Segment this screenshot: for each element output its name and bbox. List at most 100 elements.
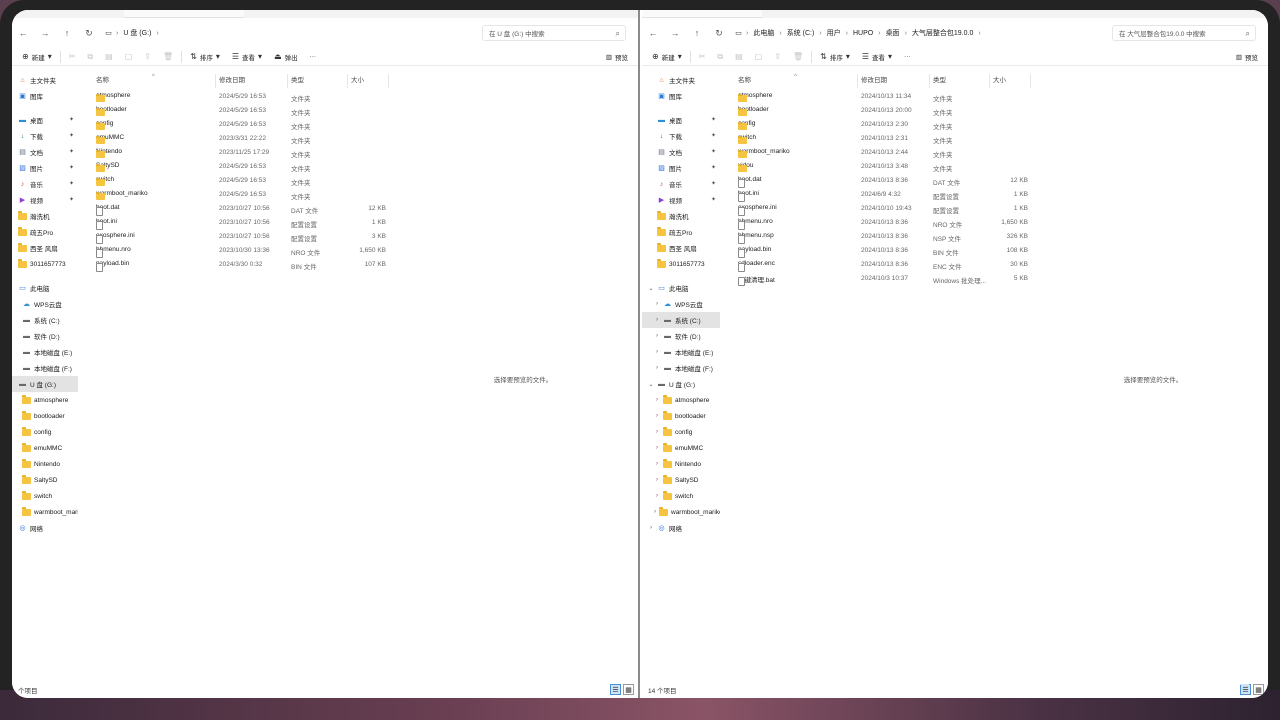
sidebar-item-network[interactable]: ◎ 网络 xyxy=(12,520,78,536)
column-type[interactable]: 类型 xyxy=(291,74,304,84)
sidebar-item-pinned[interactable]: ▶ 视频 ✦ xyxy=(642,192,720,208)
file-row[interactable]: Nintendo 2023/11/25 17:29 文件夹 xyxy=(82,146,402,160)
monitor-icon[interactable]: ▭ xyxy=(104,29,113,37)
column-divider[interactable] xyxy=(388,74,389,88)
more-button[interactable]: ··· xyxy=(898,49,917,65)
file-row[interactable]: payload.bin 2024/10/13 8:36 BIN 文件 108 KB xyxy=(724,244,1044,258)
column-divider[interactable] xyxy=(215,74,216,88)
column-divider[interactable] xyxy=(989,74,990,88)
sidebar-item-usb-folder[interactable]: emuMMC xyxy=(12,440,78,456)
view-button[interactable]: ☰ 查看 ▾ xyxy=(856,49,898,65)
sidebar-item-pinned[interactable]: ▤ 文档 ✦ xyxy=(12,144,78,160)
chevron-right-icon[interactable]: › xyxy=(819,30,821,37)
sort-button[interactable]: ⇅ 排序 ▾ xyxy=(814,49,856,65)
chevron-right-icon[interactable]: › xyxy=(654,429,660,435)
sidebar-item-pinned[interactable]: ↓ 下载 ✦ xyxy=(12,128,78,144)
breadcrumb-item[interactable]: U 盘 (G:) xyxy=(121,28,153,38)
view-button[interactable]: ☰ 查看 ▾ xyxy=(226,49,268,65)
back-arrow-icon[interactable]: ← xyxy=(12,22,34,44)
column-date[interactable]: 修改日期 xyxy=(861,74,887,84)
sidebar-item-drive[interactable]: ▬ 本地磁盘 (E:) xyxy=(12,344,78,360)
chevron-right-icon[interactable]: › xyxy=(654,301,660,307)
chevron-right-icon[interactable]: › xyxy=(654,397,660,403)
file-row[interactable]: exosphere.ini 2024/10/10 19:43 配置设置 1 KB xyxy=(724,202,1044,216)
sidebar-item-usb-folder[interactable]: Nintendo xyxy=(12,456,78,472)
sidebar-item-pinned[interactable]: ▨ 图片 ✦ xyxy=(12,160,78,176)
sidebar-item-drive[interactable]: ▬ 本地磁盘 (F:) xyxy=(12,360,78,376)
rename-button[interactable]: ▢ xyxy=(749,49,769,65)
sidebar-item-pinned[interactable]: ▬ 桌面 ✦ xyxy=(642,112,720,128)
sidebar-item-pinned[interactable]: ▬ 桌面 ✦ xyxy=(12,112,78,128)
forward-arrow-icon[interactable]: → xyxy=(34,22,56,44)
sidebar-item-pinned[interactable]: ♪ 音乐 ✦ xyxy=(642,176,720,192)
chevron-right-icon[interactable]: › xyxy=(746,30,748,37)
window-tab[interactable] xyxy=(642,10,762,18)
up-arrow-icon[interactable]: ↑ xyxy=(686,22,708,44)
file-row[interactable]: sdloader.enc 2024/10/13 8:36 ENC 文件 30 KB xyxy=(724,258,1044,272)
sidebar-item-usb-folder[interactable]: atmosphere xyxy=(12,392,78,408)
sidebar-item-usb-folder[interactable]: warmboot_mariko xyxy=(12,504,78,520)
file-row[interactable]: boot.ini 2023/10/27 10:56 配置设置 1 KB xyxy=(82,216,402,230)
file-row[interactable]: emuMMC 2023/3/31 22:22 文件夹 xyxy=(82,132,402,146)
breadcrumb-item[interactable]: HUPO xyxy=(851,30,875,37)
file-row[interactable]: payload.bin 2024/3/30 0:32 BIN 文件 107 KB xyxy=(82,258,402,272)
sidebar-item-drive[interactable]: ▬ 系统 (C:) xyxy=(12,312,78,328)
sidebar-item-drive[interactable]: › ▬ 本地磁盘 (F:) xyxy=(642,360,720,376)
sidebar-item-usb-folder[interactable]: › SaltySD xyxy=(642,472,720,488)
chevron-right-icon[interactable]: › xyxy=(654,445,660,451)
monitor-icon[interactable]: ▭ xyxy=(734,29,743,37)
share-button[interactable]: ⇪ xyxy=(138,49,157,65)
chevron-right-icon[interactable]: › xyxy=(654,365,660,371)
chevron-right-icon[interactable]: › xyxy=(654,493,660,499)
up-arrow-icon[interactable]: ↑ xyxy=(56,22,78,44)
delete-button[interactable]: 🗑 xyxy=(787,49,809,65)
sidebar-item-pinned[interactable]: ▤ 文档 ✦ xyxy=(642,144,720,160)
sidebar-item-drive[interactable]: ▬ 软件 (D:) xyxy=(12,328,78,344)
chevron-right-icon[interactable]: › xyxy=(846,30,848,37)
column-name[interactable]: 名称 xyxy=(738,74,751,84)
tiles-view-icon[interactable]: ▦ xyxy=(1253,684,1264,695)
chevron-right-icon[interactable]: › xyxy=(116,30,118,37)
chevron-right-icon[interactable]: › xyxy=(779,30,781,37)
chevron-right-icon[interactable]: › xyxy=(905,30,907,37)
forward-arrow-icon[interactable]: → xyxy=(664,22,686,44)
sidebar-item-quick[interactable]: ▣ 图库 xyxy=(642,88,720,104)
chevron-right-icon[interactable]: › xyxy=(654,349,660,355)
file-row[interactable]: config 2024/5/29 16:53 文件夹 xyxy=(82,118,402,132)
column-divider[interactable] xyxy=(857,74,858,88)
sidebar-item-usb-folder[interactable]: › atmosphere xyxy=(642,392,720,408)
sidebar-item-usb-folder[interactable]: bootloader xyxy=(12,408,78,424)
sidebar-item-quick[interactable]: ⌂ 主文件夹 xyxy=(12,72,78,88)
file-row[interactable]: hbmenu.nro 2023/10/30 13:36 NRO 文件 1,650 KB xyxy=(82,244,402,258)
file-row[interactable]: hbmenu.nsp 2024/10/13 8:36 NSP 文件 326 KB xyxy=(724,230,1044,244)
breadcrumb-item[interactable]: 此电脑 xyxy=(751,28,776,38)
paste-button[interactable]: ▤ xyxy=(729,49,749,65)
file-row[interactable]: 一键清理.bat 2024/10/3 10:37 Windows 批处理... 5 K… xyxy=(724,272,1044,286)
column-type[interactable]: 类型 xyxy=(933,74,946,84)
copy-button[interactable]: ⧉ xyxy=(81,49,99,65)
sidebar-item-network[interactable]: › ◎ 网络 xyxy=(642,520,720,536)
search-input[interactable]: 在 U 盘 (G:) 中搜索 ⌕ xyxy=(482,25,626,41)
file-row[interactable]: boot.ini 2024/6/9 4:32 配置设置 1 KB xyxy=(724,188,1044,202)
file-row[interactable]: switch 2024/10/13 2:31 文件夹 xyxy=(724,132,1044,146)
sidebar-item-folder[interactable]: 瀚洗机 xyxy=(12,208,78,224)
breadcrumb-item[interactable]: 桌面 xyxy=(884,28,902,38)
file-row[interactable]: exosphere.ini 2023/10/27 10:56 配置设置 3 KB xyxy=(82,230,402,244)
eject-button[interactable]: ⏏ 弹出 xyxy=(268,49,304,65)
rename-button[interactable]: ▢ xyxy=(119,49,139,65)
sidebar-item-usb-folder[interactable]: › switch xyxy=(642,488,720,504)
chevron-right-icon[interactable]: › xyxy=(654,509,656,515)
file-row[interactable]: atmosphere 2024/10/13 11:34 文件夹 xyxy=(724,90,1044,104)
chevron-right-icon[interactable]: › xyxy=(654,333,660,339)
file-row[interactable]: warmboot_mariko 2024/5/29 16:53 文件夹 xyxy=(82,188,402,202)
chevron-down-icon[interactable]: ⌄ xyxy=(648,285,654,292)
sidebar-item-folder[interactable]: 3011657773 xyxy=(12,256,78,272)
sidebar-item-folder[interactable]: 瀚洗机 xyxy=(642,208,720,224)
sidebar-item-pinned[interactable]: ▨ 图片 ✦ xyxy=(642,160,720,176)
sidebar-item-usb-folder[interactable]: › config xyxy=(642,424,720,440)
refresh-icon[interactable]: ↻ xyxy=(78,22,100,44)
file-row[interactable]: switch 2024/5/29 16:53 文件夹 xyxy=(82,174,402,188)
sidebar-item-usb-folder[interactable]: › bootloader xyxy=(642,408,720,424)
sidebar-item-usb-folder[interactable]: switch xyxy=(12,488,78,504)
file-row[interactable]: bootloader 2024/10/13 20:00 文件夹 xyxy=(724,104,1044,118)
